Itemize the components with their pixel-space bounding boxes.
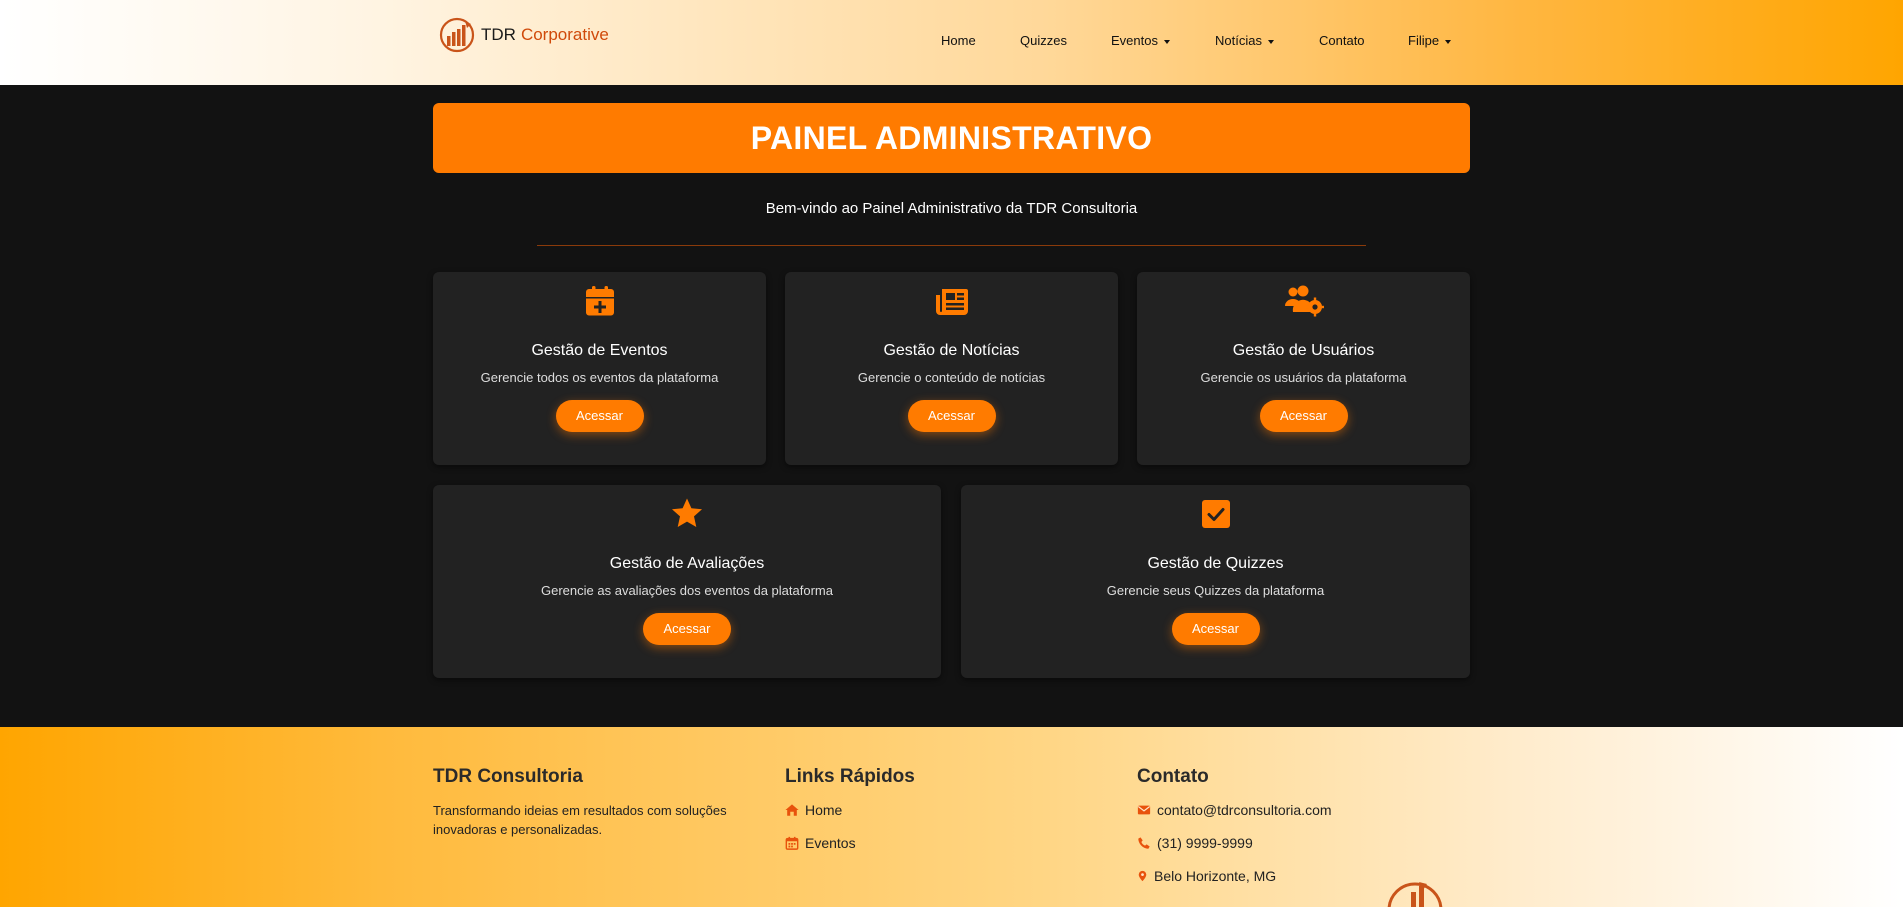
card-title: Gestão de Avaliações (609, 555, 765, 572)
acessar-usuarios-button[interactable]: Acessar (1259, 400, 1348, 432)
footer-company-text: Transformando ideias em resultados com s… (433, 803, 727, 837)
nav-noticias-dropdown[interactable]: Notícias (1215, 33, 1274, 48)
nav-eventos-label: Eventos (1111, 33, 1158, 48)
card-description: Gerencie seus Quizzes da plataforma (1106, 583, 1325, 598)
nav-user-label: Filipe (1408, 33, 1440, 48)
phone-icon (1138, 837, 1150, 849)
footer-contact-title: Contato (1137, 766, 1209, 787)
nav-eventos-dropdown[interactable]: Eventos (1111, 33, 1170, 48)
footer-links-title: Links Rápidos (785, 766, 915, 787)
footer-link-home[interactable]: Home (785, 802, 842, 818)
divider (537, 245, 1366, 246)
acessar-quizzes-button[interactable]: Acessar (1171, 613, 1260, 645)
home-icon (785, 804, 799, 816)
nav-user-dropdown[interactable]: Filipe (1408, 33, 1452, 48)
welcome-text: Bem-vindo ao Painel Administrativo da TD… (765, 200, 1138, 217)
footer-contact-location: Belo Horizonte, MG (1137, 868, 1276, 884)
card-description: Gerencie os usuários da plataforma (1200, 370, 1407, 385)
footer-contact-label: (31) 9999-9999 (1157, 835, 1253, 851)
footer-contact-label: contato@tdrconsultoria.com (1157, 802, 1332, 818)
footer-contact-email[interactable]: contato@tdrconsultoria.com (1137, 802, 1332, 818)
card-quizzes: Gestão de Quizzes Gerencie seus Quizzes … (961, 485, 1470, 678)
star-icon (672, 498, 702, 527)
footer-contact-phone[interactable]: (31) 9999-9999 (1137, 835, 1253, 851)
footer-contact: Contato (1137, 766, 1437, 788)
tdr-logo-icon (439, 17, 475, 53)
acessar-avaliacoes-button[interactable]: Acessar (643, 613, 731, 645)
footer-company-title: TDR Consultoria (433, 766, 583, 787)
acessar-eventos-button[interactable]: Acessar (555, 400, 644, 432)
card-description: Gerencie o conteúdo de notícias (857, 370, 1046, 385)
caret-down-icon (1267, 39, 1274, 44)
envelope-icon (1137, 805, 1151, 815)
card-title: Gestão de Eventos (531, 342, 668, 359)
brand-name-corporative: Corporative (520, 25, 609, 44)
location-pin-icon (1138, 870, 1147, 882)
card-description: Gerencie as avaliações dos eventos da pl… (541, 583, 833, 598)
newspaper-icon (935, 289, 968, 315)
admin-dashboard: PAINEL ADMINISTRATIVO Bem-vindo ao Paine… (0, 85, 1903, 727)
nav-noticias-label: Notícias (1215, 33, 1262, 48)
caret-down-icon (1163, 39, 1170, 44)
footer-link-label: Eventos (805, 835, 856, 851)
page-footer: TDR Consultoria Transformando ideias em … (0, 727, 1903, 907)
page-title: PAINEL ADMINISTRATIVO (750, 119, 1153, 156)
footer-link-label: Home (805, 802, 843, 818)
card-title: Gestão de Quizzes (1147, 555, 1284, 572)
calendar-icon (785, 836, 799, 850)
nav-quizzes[interactable]: Quizzes (1020, 33, 1067, 48)
check-square-icon (1201, 500, 1230, 528)
top-navbar: TDR Corporative Home Quizzes Eventos Not… (0, 0, 1903, 85)
card-usuarios: Gestão de Usuários Gerencie os usuários … (1137, 272, 1470, 465)
calendar-plus-icon (585, 286, 614, 316)
card-avaliacoes: Gestão de Avaliações Gerencie as avaliaç… (433, 485, 941, 678)
footer-link-eventos[interactable]: Eventos (785, 835, 856, 851)
card-title: Gestão de Usuários (1232, 342, 1375, 359)
card-eventos: Gestão de Eventos Gerencie todos os even… (433, 272, 766, 465)
card-description: Gerencie todos os eventos da plataforma (480, 370, 719, 385)
card-title: Gestão de Notícias (883, 342, 1020, 359)
footer-contact-label: Belo Horizonte, MG (1154, 868, 1277, 884)
footer-links: Links Rápidos (785, 766, 1085, 788)
brand-logo-link[interactable]: TDR Corporative (438, 16, 609, 54)
users-gear-icon (1284, 285, 1324, 317)
nav-home[interactable]: Home (941, 33, 976, 48)
footer-logo-icon (1387, 882, 1443, 907)
caret-down-icon (1445, 39, 1452, 44)
brand-name-tdr: TDR (481, 25, 516, 44)
card-noticias: Gestão de Notícias Gerencie o conteúdo d… (785, 272, 1118, 465)
page-title-banner: PAINEL ADMINISTRATIVO (433, 103, 1470, 173)
acessar-noticias-button[interactable]: Acessar (907, 400, 996, 432)
footer-company: TDR Consultoria Transformando ideias em … (433, 766, 743, 839)
nav-contato[interactable]: Contato (1319, 33, 1365, 48)
